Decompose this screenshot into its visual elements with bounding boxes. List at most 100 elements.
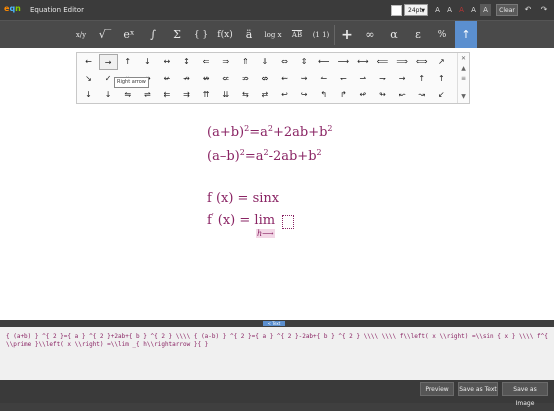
arrow-symbol-button[interactable]: ⇔ bbox=[275, 54, 294, 70]
clear-button[interactable]: Clear bbox=[496, 4, 518, 16]
equation-line-3[interactable]: f (x) = sinx bbox=[207, 191, 279, 206]
arrow-symbol-button[interactable]: ↽ bbox=[334, 71, 353, 87]
latex-text-output[interactable]: { (a+b) } ^{ 2 }={ a } ^{ 2 }+2ab+{ b } … bbox=[0, 327, 554, 380]
text-toggle-tab[interactable]: < Text bbox=[263, 321, 285, 326]
function-icon[interactable]: f(x) bbox=[214, 21, 236, 49]
menu-icon[interactable]: ≡ bbox=[458, 75, 469, 82]
arrow-symbol-button[interactable]: ⇕ bbox=[295, 54, 314, 70]
arrow-symbol-button[interactable]: ↼ bbox=[314, 71, 333, 87]
infinity-icon[interactable]: ∞ bbox=[359, 21, 381, 49]
arrow-symbol-button[interactable]: ↫ bbox=[353, 87, 372, 103]
arrow-symbol-button[interactable]: ↘ bbox=[79, 71, 98, 87]
arrow-symbol-button[interactable]: ↑ bbox=[118, 54, 137, 70]
log-icon[interactable]: log x bbox=[262, 21, 284, 49]
arrow-symbol-button[interactable]: ↓ bbox=[138, 54, 157, 70]
arrow-symbol-button[interactable]: ⇁ bbox=[373, 71, 392, 87]
arrow-symbol-button[interactable]: ⇓ bbox=[255, 54, 274, 70]
arrow-symbol-button[interactable]: ⇜ bbox=[275, 71, 294, 87]
sqrt-icon[interactable]: √‾ bbox=[94, 21, 116, 49]
app-logo: eqn bbox=[4, 4, 21, 13]
close-icon[interactable]: ✕ bbox=[458, 55, 469, 62]
color-swatch[interactable] bbox=[391, 5, 402, 16]
arrow-symbol-button[interactable]: ⇆ bbox=[236, 87, 255, 103]
arrow-symbol-button[interactable]: ↑ bbox=[432, 71, 451, 87]
alpha-icon[interactable]: α bbox=[383, 21, 405, 49]
plus-icon[interactable]: + bbox=[336, 21, 358, 49]
arrow-symbol-button[interactable]: ⇋ bbox=[118, 87, 137, 103]
format-button-2[interactable]: A bbox=[444, 4, 455, 16]
arrow-symbol-button[interactable]: ↪ bbox=[295, 87, 314, 103]
arrow-symbol-button[interactable]: → bbox=[98, 54, 118, 70]
percent-icon[interactable]: % bbox=[431, 21, 453, 49]
arrow-symbol-button[interactable]: ⇈ bbox=[197, 87, 216, 103]
preview-button[interactable]: Preview bbox=[420, 382, 454, 396]
save-text-button[interactable]: Save as Text bbox=[458, 382, 498, 396]
arrow-symbol-button[interactable]: ↗ bbox=[432, 54, 451, 70]
arrow-symbol-button[interactable]: ⇐ bbox=[197, 54, 216, 70]
undo-icon[interactable]: ↶ bbox=[522, 4, 534, 16]
arrow-symbol-button[interactable]: ⇀ bbox=[353, 71, 372, 87]
arrow-symbol-button[interactable]: ↓ bbox=[79, 87, 98, 103]
placeholder-box[interactable] bbox=[282, 215, 294, 229]
arrow-symbol-button[interactable]: ↮ bbox=[197, 71, 216, 87]
integral-icon[interactable]: ∫ bbox=[142, 21, 164, 49]
equation-line-1[interactable]: (a+b)2=a2+2ab+b2 bbox=[207, 125, 333, 141]
arrow-symbol-button[interactable]: ↰ bbox=[314, 87, 333, 103]
accent-icon[interactable]: ä bbox=[238, 21, 260, 49]
arrow-symbol-button[interactable]: ⇌ bbox=[138, 87, 157, 103]
arrow-symbol-button[interactable]: ↔ bbox=[157, 54, 176, 70]
arrow-symbol-button[interactable]: ⟶ bbox=[334, 54, 353, 70]
equation-line-2[interactable]: (a–b)2=a2-2ab+b2 bbox=[207, 149, 322, 165]
scroll-down-icon[interactable]: ▼ bbox=[458, 93, 469, 100]
arrow-symbol-button[interactable]: ⟺ bbox=[412, 54, 431, 70]
arrow-symbol-button[interactable]: ⇏ bbox=[236, 71, 255, 87]
arrow-symbol-button[interactable]: → bbox=[393, 71, 412, 87]
arrow-symbol-button[interactable]: ← bbox=[79, 54, 98, 70]
arrow-symbol-button[interactable]: ⇊ bbox=[216, 87, 235, 103]
arrow-symbol-button[interactable]: ↝ bbox=[412, 87, 431, 103]
format-button-5[interactable]: A bbox=[480, 4, 491, 16]
tooltip: Right arrow bbox=[114, 77, 149, 88]
arrow-symbol-button[interactable]: ⇇ bbox=[157, 87, 176, 103]
arrow-symbol-button[interactable]: ⇑ bbox=[236, 54, 255, 70]
arrow-symbol-button[interactable]: ↱ bbox=[334, 87, 353, 103]
redo-icon[interactable]: ↷ bbox=[538, 4, 550, 16]
arrow-symbol-button[interactable]: ⇒ bbox=[216, 54, 235, 70]
font-size-select[interactable]: 24pt ▼ bbox=[404, 4, 428, 16]
limit-subscript[interactable]: h⟶ bbox=[256, 229, 275, 238]
arrow-symbol-button[interactable]: ⇍ bbox=[216, 71, 235, 87]
app-title: Equation Editor bbox=[30, 6, 84, 14]
epsilon-icon[interactable]: ε bbox=[407, 21, 429, 49]
arrow-symbol-button[interactable]: ⟷ bbox=[353, 54, 372, 70]
brackets-icon[interactable]: { } bbox=[190, 21, 212, 49]
format-button-1[interactable]: A bbox=[432, 4, 443, 16]
matrix-icon[interactable]: (1 1) bbox=[310, 21, 332, 49]
arrow-symbol-button[interactable]: ↓ bbox=[99, 87, 118, 103]
arrow-symbol-button[interactable]: ⇄ bbox=[255, 87, 274, 103]
format-button-3[interactable]: A bbox=[456, 4, 467, 16]
overline-icon[interactable]: AB bbox=[286, 21, 308, 49]
arrow-symbol-button[interactable]: ↬ bbox=[373, 87, 392, 103]
arrow-symbol-button[interactable]: ↩ bbox=[275, 87, 294, 103]
equation-line-4[interactable]: f′ (x) = lim bbox=[207, 213, 275, 229]
arrow-symbol-button[interactable]: ↜ bbox=[393, 87, 412, 103]
arrow-symbol-button[interactable]: ⟸ bbox=[373, 54, 392, 70]
arrow-symbol-button[interactable]: ↚ bbox=[157, 71, 176, 87]
format-button-4[interactable]: A bbox=[468, 4, 479, 16]
arrow-up-icon[interactable]: ↑ bbox=[455, 21, 477, 49]
arrow-symbol-button[interactable]: ↕ bbox=[177, 54, 196, 70]
exponent-icon[interactable]: eˣ bbox=[118, 21, 140, 49]
palette-side-controls: ✕ ▲ ≡ ▼ bbox=[457, 53, 469, 103]
arrow-symbol-button[interactable]: ↛ bbox=[177, 71, 196, 87]
arrow-symbol-button[interactable]: ↑ bbox=[412, 71, 431, 87]
arrow-symbol-button[interactable]: ⇉ bbox=[177, 87, 196, 103]
arrow-symbol-button[interactable]: ↙ bbox=[432, 87, 451, 103]
fraction-icon[interactable]: x/y bbox=[70, 21, 92, 49]
arrow-symbol-button[interactable]: ⇝ bbox=[295, 71, 314, 87]
arrow-symbol-button[interactable]: ⟵ bbox=[314, 54, 333, 70]
arrow-symbol-button[interactable]: ⟹ bbox=[393, 54, 412, 70]
arrow-symbol-button[interactable]: ⇎ bbox=[255, 71, 274, 87]
save-image-button[interactable]: Save as Image bbox=[502, 382, 548, 407]
scroll-up-icon[interactable]: ▲ bbox=[458, 65, 469, 72]
sum-icon[interactable]: Σ bbox=[166, 21, 188, 49]
